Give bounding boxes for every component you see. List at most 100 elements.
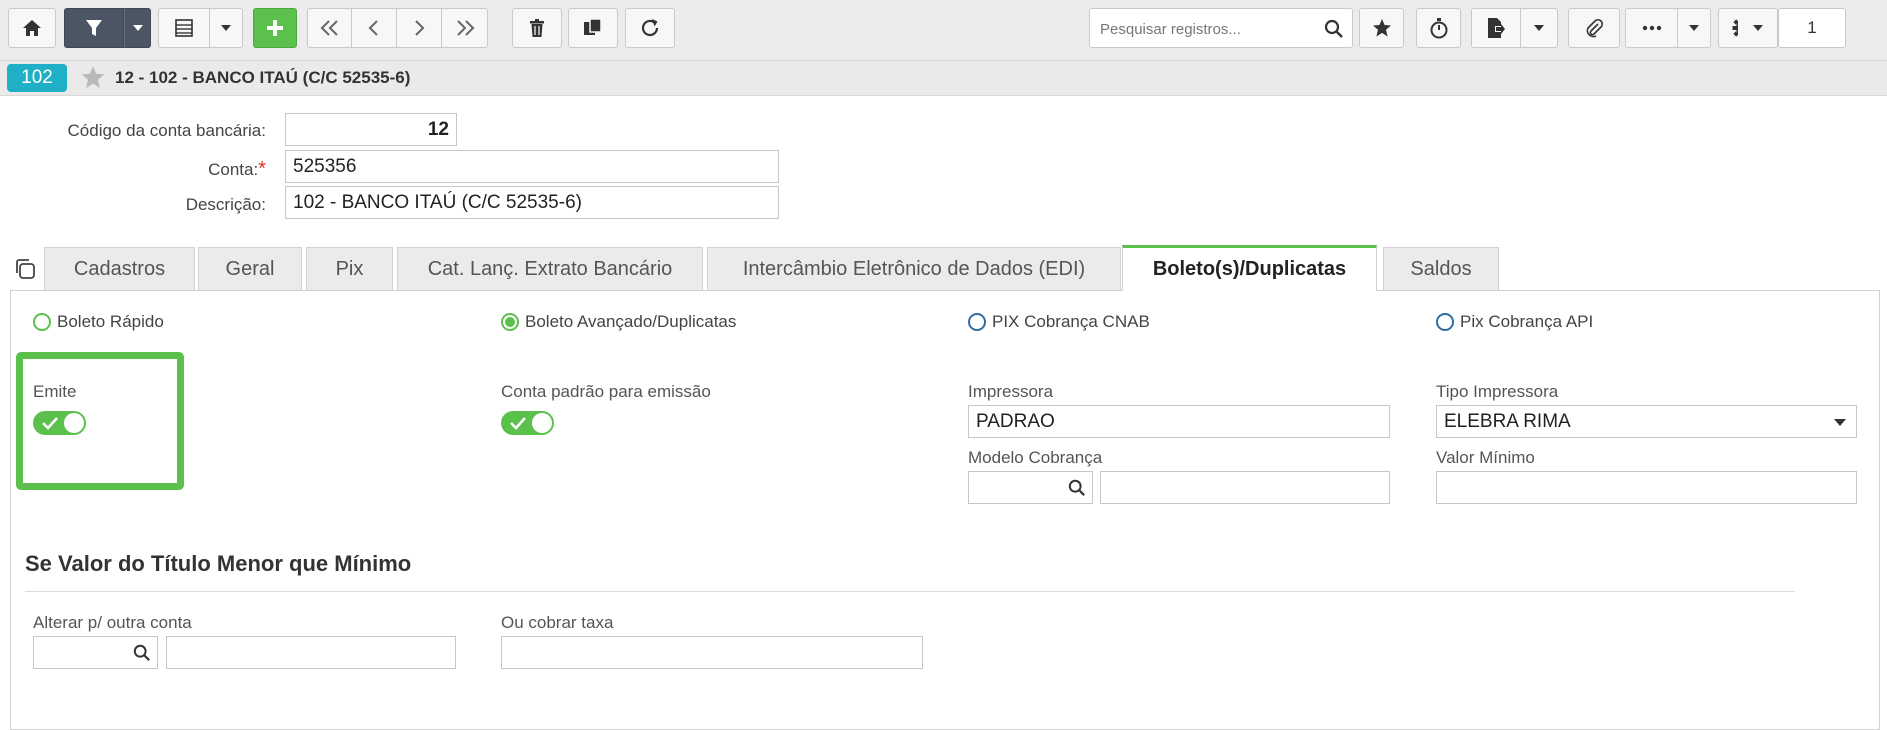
conta-field[interactable]: 525356: [285, 150, 779, 183]
cobrar-taxa-label: Ou cobrar taxa: [501, 613, 614, 632]
cobrar-taxa-field[interactable]: [501, 636, 923, 669]
conta-label: Conta:*: [20, 158, 266, 181]
plus-icon: [265, 18, 285, 38]
chevron-down-icon: [1834, 419, 1846, 426]
chevron-down-icon: [1689, 25, 1699, 31]
conta-padrao-label: Conta padrão para emissão: [501, 382, 711, 401]
record-badge: 102: [7, 64, 67, 92]
modelo-cobranca-desc-field[interactable]: [1100, 471, 1390, 504]
list-view-button[interactable]: [158, 8, 210, 48]
required-marker: *: [258, 158, 266, 180]
favorite-star-icon[interactable]: [80, 65, 106, 95]
tipo-impressora-label: Tipo Impressora: [1436, 382, 1559, 401]
toolbar: 1: [0, 0, 1887, 61]
tab-geral[interactable]: Geral: [198, 247, 302, 290]
home-icon: [22, 19, 42, 37]
more-dropdown-button[interactable]: [1678, 8, 1711, 48]
codigo-label: Código da conta bancária:: [67, 121, 266, 140]
tipo-impressora-select[interactable]: ELEBRA RIMA: [1436, 405, 1857, 438]
trash-icon: [529, 18, 545, 38]
view-dropdown-button[interactable]: [210, 8, 243, 48]
valor-minimo-field[interactable]: [1436, 471, 1857, 504]
alterar-conta-desc-field[interactable]: [166, 636, 456, 669]
radio-label: Boleto Avançado/Duplicatas: [525, 312, 737, 331]
conta-padrao-toggle[interactable]: [501, 411, 554, 435]
filter-button[interactable]: [64, 8, 124, 48]
radio-circle: [1436, 313, 1454, 331]
codigo-field[interactable]: 12: [285, 113, 457, 146]
copy-icon: [583, 18, 603, 38]
record-title: 12 - 102 - BANCO ITAÚ (C/C 52535-6): [115, 68, 411, 87]
alterar-conta-code-field[interactable]: [33, 636, 158, 669]
emite-toggle[interactable]: [33, 411, 86, 435]
search-icon[interactable]: [133, 644, 151, 669]
tab-boletos-duplicatas[interactable]: Boleto(s)/Duplicatas: [1122, 245, 1377, 291]
export-button[interactable]: [1471, 8, 1521, 48]
page-number-box[interactable]: 1: [1778, 8, 1846, 48]
timer-button[interactable]: [1416, 8, 1461, 48]
next-record-button[interactable]: [397, 8, 442, 48]
chevron-down-icon: [221, 25, 231, 31]
export-icon: [1486, 17, 1506, 39]
radio-circle: [968, 313, 986, 331]
descricao-label: Descrição:: [185, 195, 266, 214]
modelo-cobranca-label: Modelo Cobrança: [968, 448, 1103, 467]
tab-pix[interactable]: Pix: [306, 247, 393, 290]
home-button[interactable]: [8, 8, 56, 48]
modelo-cobranca-code-field[interactable]: [968, 471, 1093, 504]
conta-label-text: Conta:: [208, 160, 259, 179]
radio-pix-cobranca-api[interactable]: Pix Cobrança API: [1436, 312, 1593, 332]
radio-label: PIX Cobrança CNAB: [992, 312, 1150, 331]
radio-pix-cobranca-cnab[interactable]: PIX Cobrança CNAB: [968, 312, 1150, 332]
impressora-label: Impressora: [968, 382, 1054, 401]
chevron-down-icon: [132, 25, 143, 31]
chevron-down-icon: [1752, 25, 1763, 31]
check-icon: [510, 417, 526, 430]
more-icon: [1642, 25, 1662, 31]
valor-minimo-label: Valor Mínimo: [1436, 448, 1535, 467]
last-record-button[interactable]: [442, 8, 488, 48]
search-input[interactable]: [1098, 17, 1322, 41]
tab-saldos[interactable]: Saldos: [1383, 247, 1499, 290]
descricao-field[interactable]: 102 - BANCO ITAÚ (C/C 52535-6): [285, 186, 779, 219]
radio-circle: [33, 313, 51, 331]
settings-dropdown-button[interactable]: [1738, 8, 1778, 48]
filter-dropdown-button[interactable]: [124, 8, 151, 48]
more-button[interactable]: [1625, 8, 1678, 48]
radio-boleto-avancado[interactable]: Boleto Avançado/Duplicatas: [501, 312, 736, 332]
attachment-icon: [1584, 18, 1604, 38]
radio-boleto-rapido[interactable]: Boleto Rápido: [33, 312, 164, 332]
section-title: Se Valor do Título Menor que Mínimo: [25, 551, 412, 576]
refresh-icon: [639, 17, 661, 39]
emite-label: Emite: [33, 382, 77, 401]
first-record-button[interactable]: [307, 8, 352, 48]
search-box: [1089, 8, 1353, 48]
last-page-icon: [454, 19, 476, 37]
refresh-button[interactable]: [625, 8, 675, 48]
timer-icon: [1429, 17, 1449, 39]
search-icon[interactable]: [1324, 19, 1344, 44]
section-divider: [25, 591, 1795, 592]
export-dropdown-button[interactable]: [1521, 8, 1558, 48]
next-icon: [412, 19, 426, 37]
previous-icon: [367, 19, 381, 37]
tab-edi[interactable]: Intercâmbio Eletrônico de Dados (EDI): [707, 247, 1121, 290]
previous-record-button[interactable]: [352, 8, 397, 48]
delete-button[interactable]: [512, 8, 562, 48]
page-number: 1: [1807, 18, 1817, 37]
chevron-down-icon: [1534, 25, 1544, 31]
copy-button[interactable]: [568, 8, 618, 48]
radio-label: Boleto Rápido: [57, 312, 164, 331]
filter-icon: [84, 18, 104, 38]
tab-cadastros[interactable]: Cadastros: [44, 247, 195, 290]
impressora-field[interactable]: PADRAO: [968, 405, 1390, 438]
add-button[interactable]: [253, 8, 297, 48]
first-page-icon: [319, 19, 341, 37]
search-icon[interactable]: [1068, 479, 1086, 504]
radio-circle: [501, 313, 519, 331]
copy-tabs-icon[interactable]: [13, 257, 37, 286]
tab-cat-lanc-extrato[interactable]: Cat. Lanç. Extrato Bancário: [397, 247, 703, 290]
record-titlebar: 102 12 - 102 - BANCO ITAÚ (C/C 52535-6): [0, 61, 1887, 96]
attachment-button[interactable]: [1568, 8, 1620, 48]
favorite-button[interactable]: [1359, 8, 1404, 48]
